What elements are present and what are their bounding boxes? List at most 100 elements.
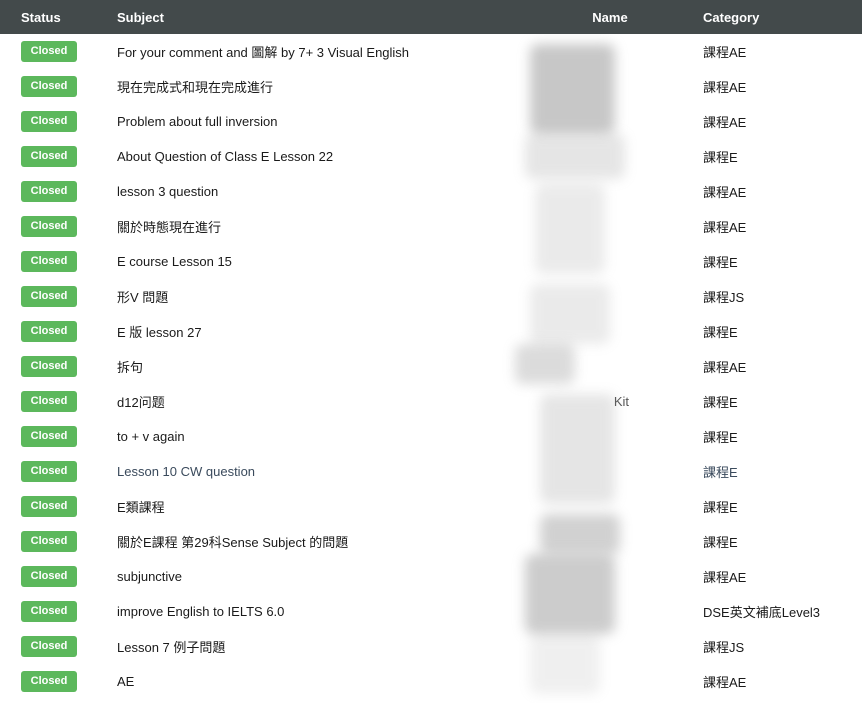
status-cell: Closed [0,174,117,209]
subject-link[interactable]: E course Lesson 15 [117,244,517,279]
column-header-name[interactable]: Name [517,0,703,34]
category-cell: 課程E [703,465,738,480]
status-badge: Closed [21,286,77,307]
status-cell: Closed [0,34,117,69]
table-row[interactable]: Closed About Question of Class E Lesson 2… [0,139,862,174]
status-badge: Closed [21,181,77,202]
status-badge: Closed [21,531,77,552]
subject-link[interactable]: lesson 3 question [117,174,517,209]
category-cell: 課程JS [703,640,745,655]
subject-link[interactable]: 關於時態現在進行 [117,209,517,244]
subject-link[interactable]: 現在完成式和現在完成進行 [117,69,517,104]
name-cell [517,629,703,664]
status-cell: Closed [0,349,117,384]
subject-link[interactable]: Lesson 10 CW question [117,454,517,489]
name-cell [517,209,703,244]
name-cell [517,524,703,559]
category-cell: 課程E [703,325,738,340]
category-cell: 課程AE [703,115,747,130]
column-header-category[interactable]: Category [703,0,862,34]
category-cell: 課程E [703,395,738,410]
name-cell [517,139,703,174]
subject-link[interactable]: d12问题 [117,384,517,419]
category-cell: DSE英文補底Level3 [703,605,821,620]
name-cell: Kit [613,394,629,409]
table-row[interactable]: Closed d12问题 Kit 課程E [0,384,862,419]
subject-link[interactable]: 拆句 [117,349,517,384]
table-row[interactable]: Closed lesson 3 question 課程AE [0,174,862,209]
table-row[interactable]: Closed E 版 lesson 27 課程E [0,314,862,349]
category-cell: 課程E [703,255,738,270]
column-header-status[interactable]: Status [0,0,117,34]
table-row[interactable]: Closed 形V 問題 課程JS [0,279,862,314]
table-header-row: Status Subject Name Category [0,0,862,34]
subject-link[interactable]: 形V 問題 [117,279,517,314]
category-cell: 課程AE [703,675,747,690]
subject-link[interactable]: Problem about full inversion [117,104,517,139]
category-cell: 課程AE [703,570,747,585]
table-row[interactable]: Closed E course Lesson 15 課程E [0,244,862,279]
status-badge: Closed [21,146,77,167]
tickets-table: Status Subject Name Category Closed For y… [0,0,862,699]
subject-link[interactable]: E類課程 [117,489,517,524]
name-cell [517,664,703,699]
table-row[interactable]: Closed 拆句 課程AE [0,349,862,384]
table-row[interactable]: Closed 關於E課程 第29科Sense Subject 的問題 課程E [0,524,862,559]
name-cell [517,174,703,209]
status-badge: Closed [21,356,77,377]
status-cell: Closed [0,279,117,314]
name-cell [517,559,703,594]
category-cell: 課程AE [703,80,747,95]
table-row[interactable]: Closed For your comment and 圖解 by 7+ 3 Vi… [0,34,862,69]
table-row[interactable]: Closed improve English to IELTS 6.0 DSE英文補… [0,594,862,629]
category-cell: 課程AE [703,220,747,235]
subject-link[interactable]: E 版 lesson 27 [117,314,517,349]
status-cell: Closed [0,419,117,454]
status-badge: Closed [21,636,77,657]
status-badge: Closed [21,391,77,412]
table-row[interactable]: Closed 現在完成式和現在完成進行 課程AE [0,69,862,104]
status-cell: Closed [0,664,117,699]
status-cell: Closed [0,559,117,594]
subject-link[interactable]: About Question of Class E Lesson 22 [117,139,517,174]
status-cell: Closed [0,139,117,174]
subject-link[interactable]: 關於E課程 第29科Sense Subject 的問題 [117,524,517,559]
status-cell: Closed [0,209,117,244]
table-body: Closed For your comment and 圖解 by 7+ 3 Vi… [0,34,862,699]
category-cell: 課程E [703,500,738,515]
status-badge: Closed [21,671,77,692]
table-row[interactable]: Closed AE 課程AE [0,664,862,699]
status-cell: Closed [0,244,117,279]
table-row[interactable]: Closed 關於時態現在進行 課程AE [0,209,862,244]
status-badge: Closed [21,111,77,132]
name-cell [517,69,703,104]
status-badge: Closed [21,496,77,517]
category-cell: 課程E [703,150,738,165]
subject-link[interactable]: improve English to IELTS 6.0 [117,594,517,629]
category-cell: 課程E [703,535,738,550]
status-badge: Closed [21,461,77,482]
status-cell: Closed [0,314,117,349]
name-cell [517,419,703,454]
table-row[interactable]: Closed Lesson 7 例子問題 課程JS [0,629,862,664]
status-cell: Closed [0,384,117,419]
table-row[interactable]: Closed to + v again 課程E [0,419,862,454]
name-cell [517,314,703,349]
table-row[interactable]: Closed Problem about full inversion 課程AE [0,104,862,139]
name-cell [517,104,703,139]
table-row[interactable]: Closed subjunctive 課程AE [0,559,862,594]
subject-link[interactable]: AE [117,664,517,699]
status-cell: Closed [0,489,117,524]
table-row[interactable]: Closed E類課程 課程E [0,489,862,524]
subject-link[interactable]: to + v again [117,419,517,454]
table-row[interactable]: Closed Lesson 10 CW question 課程E [0,454,862,489]
subject-link[interactable]: Lesson 7 例子問題 [117,629,517,664]
subject-link[interactable]: subjunctive [117,559,517,594]
status-badge: Closed [21,426,77,447]
subject-link[interactable]: For your comment and 圖解 by 7+ 3 Visual E… [117,34,517,69]
status-cell: Closed [0,454,117,489]
column-header-subject[interactable]: Subject [117,0,517,34]
status-cell: Closed [0,69,117,104]
status-badge: Closed [21,216,77,237]
status-badge: Closed [21,566,77,587]
